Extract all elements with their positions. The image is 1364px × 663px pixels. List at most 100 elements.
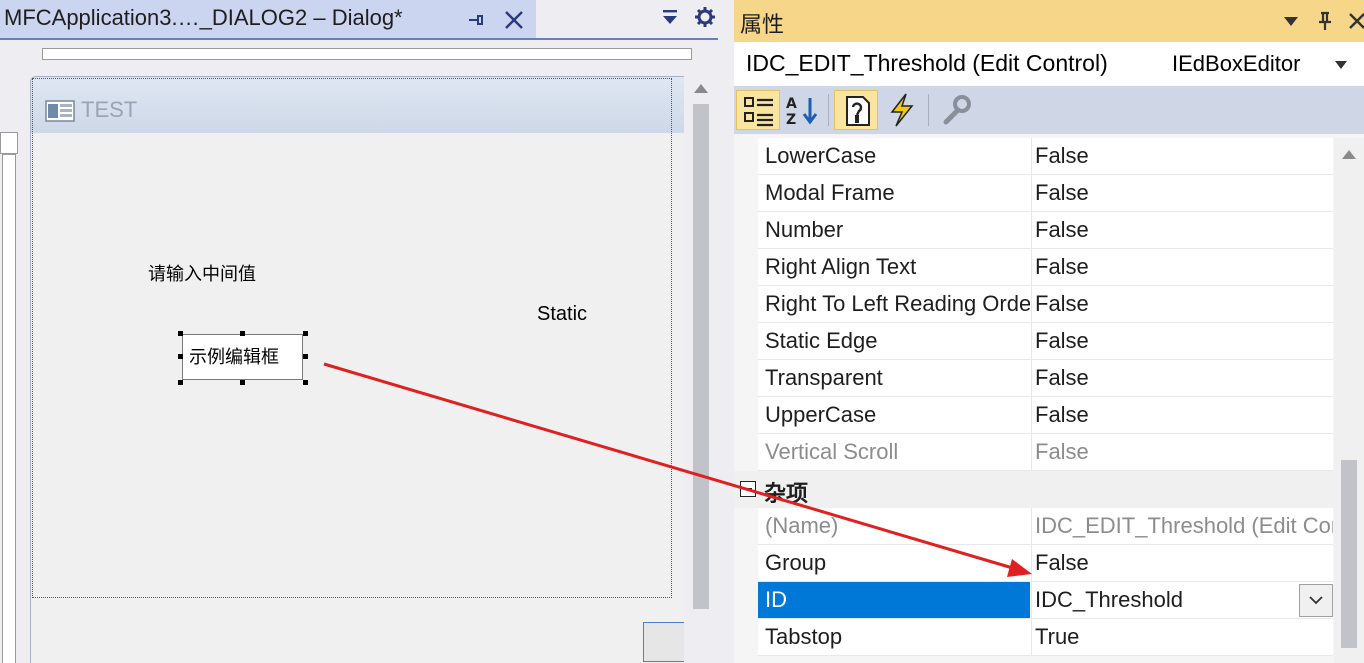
toolbar-separator bbox=[928, 94, 929, 126]
property-row[interactable]: Vertical Scroll False bbox=[758, 434, 1333, 471]
property-name: Tabstop bbox=[765, 624, 843, 649]
close-icon[interactable] bbox=[1346, 10, 1364, 32]
scroll-up-icon[interactable] bbox=[1341, 148, 1357, 160]
dropdown-arrow-icon[interactable] bbox=[1280, 10, 1302, 32]
properties-pane: 属性 IDC_EDIT_Threshold (Edit Control) IEd… bbox=[718, 0, 1364, 663]
property-grid: LowerCase False Modal Frame False Number… bbox=[734, 138, 1364, 663]
gear-icon[interactable] bbox=[694, 6, 716, 28]
property-pages-button[interactable] bbox=[934, 90, 978, 130]
property-name: Transparent bbox=[765, 365, 883, 390]
property-value: False bbox=[1031, 434, 1333, 470]
property-name: Modal Frame bbox=[765, 180, 895, 205]
property-name: Static Edge bbox=[765, 328, 878, 353]
property-value[interactable]: False bbox=[1031, 397, 1333, 433]
properties-scroll-thumb[interactable] bbox=[1341, 460, 1357, 648]
dialog-layout-margin bbox=[32, 78, 672, 598]
pin-icon[interactable] bbox=[1314, 10, 1336, 32]
property-value[interactable]: False bbox=[1031, 212, 1333, 248]
categorized-icon bbox=[744, 97, 773, 127]
properties-button[interactable] bbox=[834, 90, 878, 130]
property-value[interactable]: False bbox=[1031, 360, 1333, 396]
svg-text:A: A bbox=[786, 96, 797, 112]
chevron-down-icon[interactable] bbox=[1334, 60, 1348, 70]
editor-tab-title: MFCApplication3.…_DIALOG2 – Dialog* bbox=[4, 5, 403, 30]
property-row[interactable]: Transparent False bbox=[758, 360, 1333, 397]
property-name: Group bbox=[765, 550, 827, 575]
property-name: ID bbox=[758, 582, 1030, 618]
wrench-icon bbox=[943, 95, 971, 125]
object-selector[interactable]: IDC_EDIT_Threshold (Edit Control) IEdBox… bbox=[734, 42, 1364, 86]
property-name: (Name) bbox=[765, 513, 839, 538]
alphabetical-button[interactable]: A Z bbox=[780, 90, 824, 130]
property-row[interactable]: LowerCase False bbox=[758, 138, 1333, 175]
property-name: Right To Left Reading Order bbox=[765, 291, 1030, 316]
property-row[interactable]: Right To Left Reading Order False bbox=[758, 286, 1333, 323]
property-value[interactable]: False bbox=[1031, 175, 1333, 211]
properties-title: 属性 bbox=[740, 13, 785, 38]
property-row[interactable]: Static Edge False bbox=[758, 323, 1333, 360]
pin-icon[interactable] bbox=[466, 10, 484, 30]
toolbar-separator bbox=[828, 94, 829, 126]
events-button[interactable] bbox=[880, 90, 924, 130]
property-row[interactable]: Number False bbox=[758, 212, 1333, 249]
prompt-label[interactable]: 请输入中间值 bbox=[148, 260, 256, 286]
close-icon[interactable] bbox=[502, 8, 526, 32]
property-row[interactable]: Right Align Text False bbox=[758, 249, 1333, 286]
collapse-icon[interactable] bbox=[740, 481, 756, 497]
property-value[interactable]: False bbox=[1031, 545, 1333, 581]
property-name: LowerCase bbox=[765, 143, 877, 168]
resize-handle[interactable] bbox=[178, 354, 183, 359]
svg-text:Z: Z bbox=[786, 112, 796, 128]
property-row[interactable]: UpperCase False bbox=[758, 397, 1333, 434]
vertical-ruler[interactable] bbox=[0, 132, 20, 663]
property-row[interactable]: Group False bbox=[758, 545, 1333, 582]
property-value[interactable]: False bbox=[1031, 249, 1333, 285]
property-value: IDC_EDIT_Threshold (Edit Control) bbox=[1031, 508, 1333, 544]
resize-handle[interactable] bbox=[240, 380, 245, 385]
resize-handle[interactable] bbox=[303, 380, 308, 385]
lightning-icon bbox=[890, 93, 914, 127]
resize-handle[interactable] bbox=[303, 354, 308, 359]
editor-document-tab[interactable]: MFCApplication3.…_DIALOG2 – Dialog* bbox=[0, 0, 536, 40]
id-dropdown-button[interactable] bbox=[1299, 584, 1333, 617]
chevron-down-icon bbox=[1309, 596, 1323, 605]
property-value[interactable]: True bbox=[1031, 619, 1333, 655]
scroll-up-icon[interactable] bbox=[693, 82, 709, 94]
horizontal-ruler[interactable] bbox=[0, 42, 718, 64]
resize-handle[interactable] bbox=[303, 331, 308, 336]
property-name: UpperCase bbox=[765, 402, 877, 427]
editor-vertical-scrollbar[interactable] bbox=[684, 76, 718, 663]
object-name: IDC_EDIT_Threshold (Edit Control) bbox=[746, 50, 1108, 76]
properties-page-icon bbox=[846, 96, 870, 126]
properties-toolbar: A Z bbox=[734, 86, 1364, 134]
id-value-field[interactable]: IDC_Threshold bbox=[1031, 582, 1333, 618]
property-row[interactable]: Modal Frame False bbox=[758, 175, 1333, 212]
object-type: IEdBoxEditor bbox=[1172, 51, 1301, 76]
property-name: Right Align Text bbox=[765, 254, 917, 279]
category-misc[interactable]: 杂项 bbox=[734, 471, 1334, 508]
static-text-control[interactable]: Static bbox=[537, 303, 587, 326]
properties-header: 属性 bbox=[734, 0, 1364, 42]
categorized-button[interactable] bbox=[736, 90, 780, 130]
vertical-ruler-knob bbox=[0, 132, 18, 154]
sort-az-icon: A Z bbox=[786, 96, 818, 128]
editor-tabstrip bbox=[536, 0, 718, 40]
property-row[interactable]: (Name) IDC_EDIT_Threshold (Edit Control) bbox=[758, 508, 1333, 545]
resize-handle[interactable] bbox=[178, 380, 183, 385]
editor-scroll-thumb[interactable] bbox=[693, 104, 709, 609]
property-value[interactable]: False bbox=[1031, 138, 1333, 174]
tab-list-dropdown-icon[interactable] bbox=[660, 8, 680, 28]
threshold-edit-control[interactable]: 示例编辑框 bbox=[182, 334, 303, 380]
property-value[interactable]: False bbox=[1031, 286, 1333, 322]
vertical-ruler-track bbox=[2, 154, 16, 663]
property-name: Number bbox=[765, 217, 844, 242]
properties-vertical-scrollbar[interactable] bbox=[1334, 138, 1364, 663]
property-value[interactable]: False bbox=[1031, 323, 1333, 359]
resize-handle[interactable] bbox=[178, 331, 183, 336]
dialog-editor: MFCApplication3.…_DIALOG2 – Dialog* TEST… bbox=[0, 0, 718, 663]
category-label: 杂项 bbox=[764, 482, 809, 507]
property-row-id[interactable]: ID IDC_Threshold bbox=[758, 582, 1333, 619]
property-row[interactable]: Tabstop True bbox=[758, 619, 1333, 656]
property-name: Vertical Scroll bbox=[765, 439, 899, 464]
resize-handle[interactable] bbox=[240, 331, 245, 336]
